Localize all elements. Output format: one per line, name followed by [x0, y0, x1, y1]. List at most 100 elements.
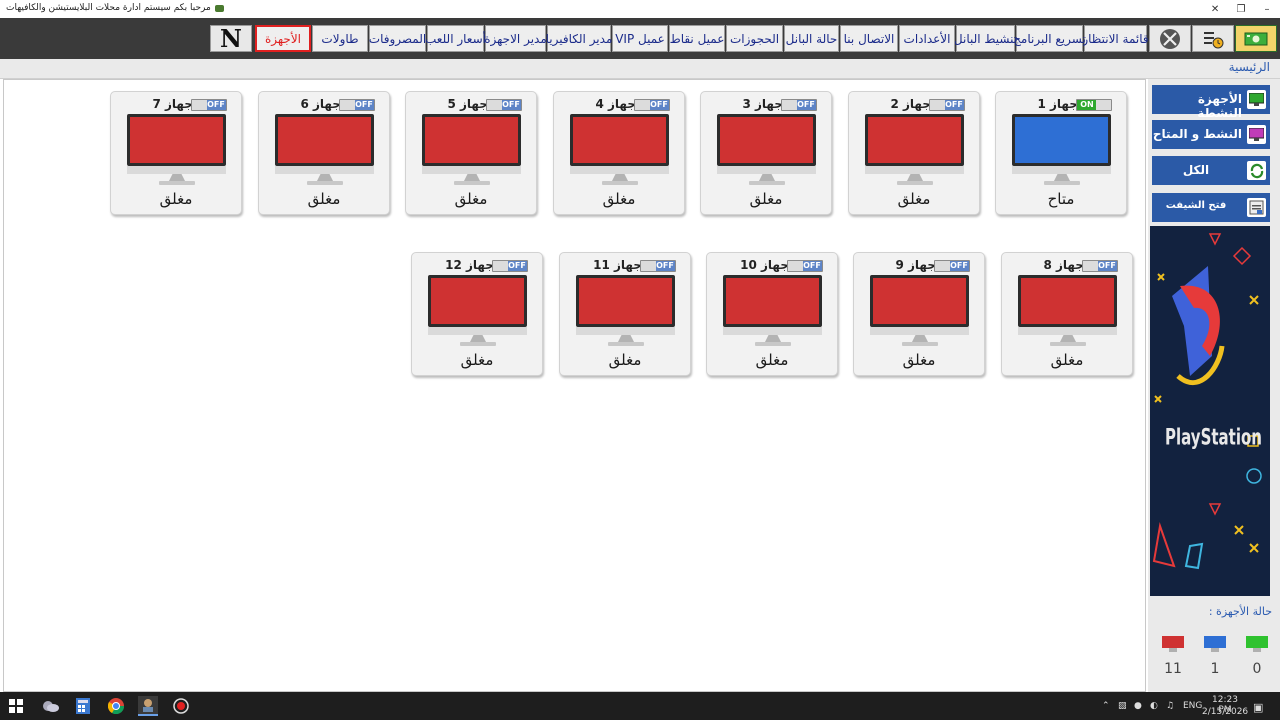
- power-toggle[interactable]: OFF: [339, 99, 375, 111]
- legend-active-count: 0: [1252, 661, 1262, 677]
- legend-closed-swatch: [1162, 636, 1184, 648]
- device-screen: [1012, 114, 1111, 166]
- close-icon[interactable]: ✕: [1202, 0, 1228, 18]
- device-name: جهاز 4: [595, 97, 636, 111]
- toolbar-button-settings[interactable]: الأعدادات: [899, 25, 955, 52]
- playstation-logo-icon: [1152, 233, 1262, 570]
- device-card[interactable]: جهاز 4 OFF مغلق: [553, 91, 685, 215]
- toolbar-button-activate-panel[interactable]: تنشيط البانل: [954, 25, 1017, 52]
- power-toggle[interactable]: OFF: [781, 99, 817, 111]
- open-shift-button[interactable]: فتح الشيفت: [1152, 193, 1270, 222]
- chrome-icon[interactable]: [106, 696, 126, 716]
- device-name: جهاز 11: [593, 258, 642, 272]
- all-devices-button[interactable]: الكل: [1152, 156, 1270, 185]
- tray-mic-icon[interactable]: ●: [1134, 701, 1142, 711]
- tray-volume-icon[interactable]: ♫: [1166, 701, 1174, 711]
- device-card[interactable]: جهاز 5 OFF مغلق: [405, 91, 537, 215]
- toolbar-button-expenses[interactable]: المصروفات: [369, 25, 426, 52]
- device-card[interactable]: جهاز 7 OFF مغلق: [110, 91, 242, 215]
- device-status: مغلق: [608, 351, 642, 369]
- device-name: جهاز 12: [445, 258, 494, 272]
- device-card[interactable]: جهاز 11 OFF مغلق: [559, 252, 691, 376]
- device-card[interactable]: جهاز 12 OFF مغلق: [411, 252, 543, 376]
- device-card[interactable]: جهاز 10 OFF مغلق: [706, 252, 838, 376]
- schedule-button[interactable]: [1192, 25, 1234, 52]
- device-status: مغلق: [902, 351, 936, 369]
- taskbar: ⌃ ▧ ● ◐ ♫ ENG 12:23 PM 2/15/2026 ▣: [0, 692, 1280, 720]
- legend-closed-stand: [1169, 648, 1177, 652]
- breadcrumb-home[interactable]: الرئيسية: [1229, 60, 1270, 74]
- logo-button[interactable]: N: [210, 24, 252, 53]
- power-toggle[interactable]: OFF: [634, 99, 670, 111]
- power-toggle[interactable]: OFF: [640, 260, 676, 272]
- devices-grid: جهاز 1 ON متاح جهاز 2 OFF مغلق جهاز 3 OF…: [3, 79, 1146, 692]
- active-devices-button[interactable]: الأجهزة النشطة: [1152, 85, 1270, 120]
- notification-icon[interactable]: ▣: [1253, 701, 1263, 714]
- toolbar-button-waiting-list[interactable]: قائمة الانتظار: [1082, 25, 1149, 52]
- device-card[interactable]: جهاز 9 OFF مغلق: [853, 252, 985, 376]
- toolbar-button-devices[interactable]: الأجهزة: [255, 25, 311, 52]
- start-icon[interactable]: [6, 696, 26, 716]
- app-icon: [214, 4, 224, 12]
- legend-available-count: 1: [1210, 661, 1220, 677]
- power-toggle[interactable]: OFF: [1082, 260, 1118, 272]
- device-status: مغلق: [159, 190, 193, 208]
- toolbar-button-game-prices[interactable]: أسعار اللعب: [425, 25, 486, 52]
- refresh-icon: [1247, 161, 1266, 180]
- monitor-purple-icon: [1247, 125, 1266, 144]
- device-status: مغلق: [897, 190, 931, 208]
- device-card[interactable]: جهاز 6 OFF مغلق: [258, 91, 390, 215]
- toolbar-button-bookings[interactable]: الحجوزات: [726, 25, 783, 52]
- tools-button[interactable]: [1149, 25, 1191, 52]
- device-status: مغلق: [307, 190, 341, 208]
- toolbar-button-points-client[interactable]: عميل نقاط: [669, 25, 725, 52]
- legend-available-stand: [1211, 648, 1219, 652]
- device-name: جهاز 10: [740, 258, 789, 272]
- tray-wifi-icon[interactable]: ◐: [1150, 701, 1158, 711]
- device-status: مغلق: [454, 190, 488, 208]
- toolbar-button-panel-status[interactable]: حالة البانل: [784, 25, 839, 52]
- tray-network-icon[interactable]: ▧: [1118, 701, 1127, 711]
- toolbar-button-vip-client[interactable]: عميل VIP: [612, 25, 668, 52]
- app-taskbar-icon[interactable]: [138, 696, 158, 716]
- power-toggle[interactable]: OFF: [492, 260, 528, 272]
- playstation-banner: PlayStation: [1150, 226, 1270, 596]
- power-toggle[interactable]: OFF: [486, 99, 522, 111]
- toolbar: قائمة الانتظار تسريع البرنامج تنشيط البا…: [0, 18, 1280, 59]
- weather-icon[interactable]: [40, 696, 60, 716]
- power-toggle[interactable]: OFF: [934, 260, 970, 272]
- device-card[interactable]: جهاز 3 OFF مغلق: [700, 91, 832, 215]
- tray-date[interactable]: 2/15/2026: [1202, 707, 1248, 717]
- power-toggle[interactable]: OFF: [787, 260, 823, 272]
- device-name: جهاز 1: [1037, 97, 1078, 111]
- toolbar-button-contact-us[interactable]: الاتصال بنا: [840, 25, 898, 52]
- sidebar: الأجهزة النشطة النشط و المتاح الكل فتح ا…: [1148, 79, 1280, 692]
- device-status: مغلق: [460, 351, 494, 369]
- cash-button[interactable]: [1235, 25, 1277, 52]
- power-toggle[interactable]: OFF: [929, 99, 965, 111]
- toolbar-button-cafeteria-manager[interactable]: مدير الكافيريا: [546, 25, 612, 52]
- power-toggle[interactable]: ON: [1076, 99, 1112, 111]
- monitor-green-icon: [1247, 90, 1266, 109]
- toolbar-button-speed-up[interactable]: تسريع البرنامج: [1013, 25, 1086, 52]
- calculator-icon[interactable]: [73, 696, 93, 716]
- device-screen: [576, 275, 675, 327]
- tray-chevron-icon[interactable]: ⌃: [1102, 701, 1110, 711]
- cash-icon: [1244, 32, 1268, 45]
- device-name: جهاز 8: [1043, 258, 1084, 272]
- device-card[interactable]: جهاز 8 OFF مغلق: [1001, 252, 1133, 376]
- device-card[interactable]: جهاز 1 ON متاح: [995, 91, 1127, 215]
- device-screen: [275, 114, 374, 166]
- device-status: مغلق: [749, 190, 783, 208]
- legend-closed-count: 11: [1164, 661, 1182, 677]
- minimize-icon[interactable]: –: [1254, 0, 1280, 18]
- power-toggle[interactable]: OFF: [191, 99, 227, 111]
- restore-icon[interactable]: ❐: [1228, 0, 1254, 18]
- record-icon[interactable]: [171, 696, 191, 716]
- device-screen: [1018, 275, 1117, 327]
- device-card[interactable]: جهاز 2 OFF مغلق: [848, 91, 980, 215]
- toolbar-button-tables[interactable]: طاولات: [312, 25, 368, 52]
- toolbar-button-devices-manager[interactable]: مدير الاجهزة: [484, 25, 547, 52]
- active-and-available-button[interactable]: النشط و المتاح: [1152, 120, 1270, 149]
- tray-language[interactable]: ENG: [1183, 701, 1202, 711]
